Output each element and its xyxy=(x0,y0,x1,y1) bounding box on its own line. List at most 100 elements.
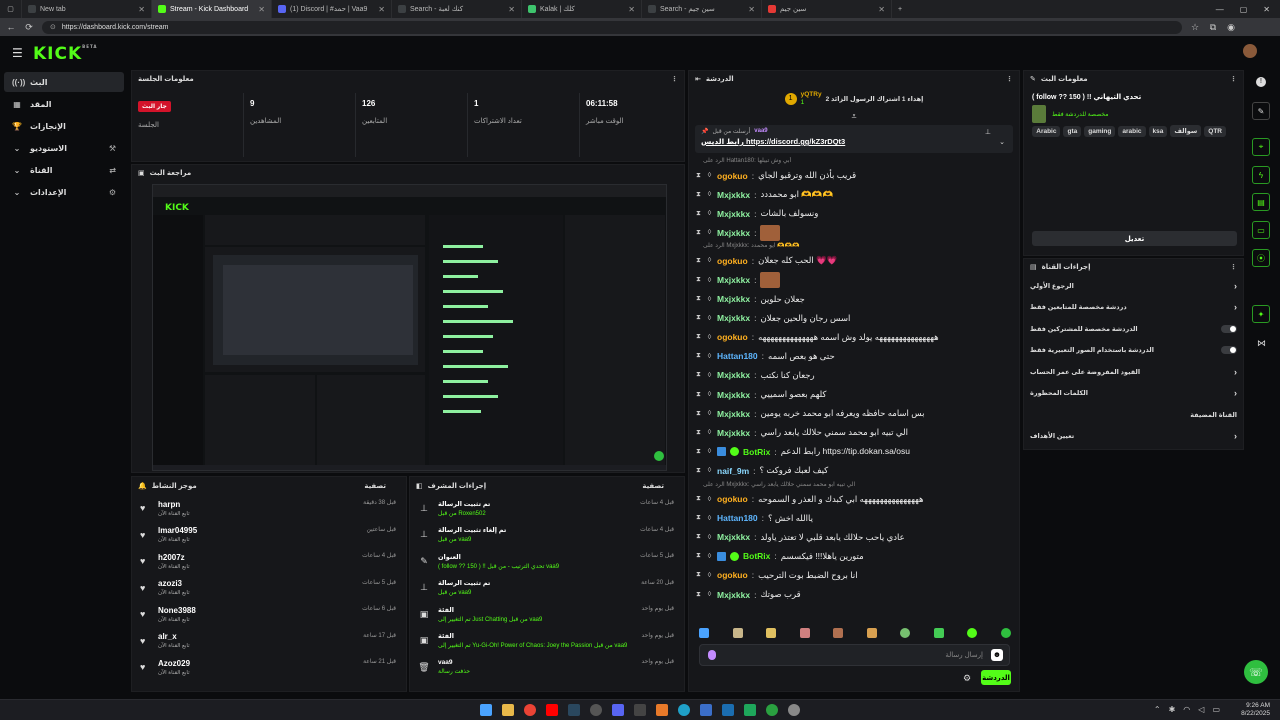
chat-message[interactable]: ⧗ ◊ BotRix: متورين ياهلا!!! فيكسسم xyxy=(689,547,1019,566)
chat-message[interactable]: ⧗ ◊ Mxjxkkx: الي تبيه ابو محمد سمني حلالك ي… xyxy=(689,423,1019,442)
sidebar-item-channel[interactable]: ⌄ القناة ⇄ xyxy=(4,160,124,180)
channel-setting-row[interactable]: القيود المفروضة على عمر الحساب › xyxy=(1024,361,1243,383)
chat-message[interactable]: ⧗◊Mxjxkkx:[emote] xyxy=(689,270,1019,289)
activity-row[interactable]: ♥ azozi3 تابع القناة الآن قبل 5 ساعات xyxy=(132,575,406,602)
sidebar-action-icon[interactable]: ⚒ xyxy=(109,144,116,153)
app-icon[interactable] xyxy=(722,704,734,716)
follower-name[interactable]: Azoz029 xyxy=(158,659,190,668)
timeout-icon[interactable]: ⧗ xyxy=(695,314,702,322)
timeout-icon[interactable]: ⧗ xyxy=(695,295,702,303)
mod-shield-icon[interactable]: ◊ xyxy=(706,257,713,264)
new-tab-button[interactable]: + xyxy=(892,0,908,18)
chat-username[interactable]: Mxjxkkx xyxy=(717,275,750,285)
mod-shield-icon[interactable]: ◊ xyxy=(706,353,713,360)
app-icon[interactable] xyxy=(766,704,778,716)
clock[interactable]: 9:26 AM 8/22/2025 xyxy=(1241,702,1270,718)
timeout-icon[interactable]: ⧗ xyxy=(695,495,702,503)
timeout-icon[interactable]: ⧗ xyxy=(695,257,702,265)
activity-row[interactable]: ♥ h2007z تابع القناة الآن قبل 4 ساعات xyxy=(132,548,406,575)
bluetooth-icon[interactable]: ✱ xyxy=(1169,705,1176,714)
emote-icon[interactable] xyxy=(699,628,709,638)
emote-icon[interactable] xyxy=(799,628,810,638)
timeout-icon[interactable]: ⧗ xyxy=(695,571,702,579)
chat-message[interactable]: ⧗ ◊ naif_9m: كيف لعبك فروكت ؟ xyxy=(689,461,1019,480)
sidebar-item-calendar[interactable]: ▦ المقد xyxy=(4,94,124,114)
edit-stream-button[interactable]: تعديل xyxy=(1032,231,1237,246)
support-chat-button[interactable]: ☏ xyxy=(1244,660,1268,684)
emote-icon[interactable] xyxy=(900,628,911,638)
start-icon[interactable] xyxy=(480,704,492,716)
emote-icon[interactable] xyxy=(766,628,777,638)
browser-tab[interactable]: Search - كنك لعبة ✕ xyxy=(392,0,522,18)
chat-username[interactable]: ogokuo xyxy=(717,256,748,266)
chat-message[interactable]: ⧗ ◊ ogokuo: قريب بأذن الله وترقبو الجاي xyxy=(689,166,1019,185)
chat-username[interactable]: ogokuo xyxy=(717,494,748,504)
app-icon[interactable] xyxy=(656,704,668,716)
follower-name[interactable]: lmar04995 xyxy=(158,526,197,535)
stream-tag[interactable]: arabic xyxy=(1118,126,1146,137)
wifi-icon[interactable]: ◠ xyxy=(1183,705,1190,714)
stream-tag[interactable]: QTR xyxy=(1204,126,1226,137)
timeout-icon[interactable]: ⧗ xyxy=(695,172,702,180)
emote-icon[interactable] xyxy=(933,628,944,638)
timeout-icon[interactable]: ⧗ xyxy=(695,552,702,560)
mod-shield-icon[interactable]: ◊ xyxy=(706,296,713,303)
unpin-icon[interactable]: ⊥ xyxy=(985,128,991,136)
follower-name[interactable]: azozi3 xyxy=(158,579,190,588)
browser-tab[interactable]: سين جيم ✕ xyxy=(762,0,892,18)
emote-icon[interactable] xyxy=(833,628,844,638)
timeout-icon[interactable]: ⧗ xyxy=(695,448,702,456)
timeout-icon[interactable]: ⧗ xyxy=(695,191,702,199)
send-chat-button[interactable]: الدردشة xyxy=(981,670,1011,685)
chevron-right-icon[interactable]: › xyxy=(1234,431,1237,441)
chat-username[interactable]: BotRix xyxy=(743,551,770,561)
chat-username[interactable]: naif_9m xyxy=(717,466,749,476)
mod-shield-icon[interactable]: ◊ xyxy=(706,496,713,503)
chat-message[interactable]: ⧗ ◊ ogokuo: هههههههههههههههه يولد وش اسمه ه… xyxy=(689,328,1019,347)
category-label[interactable]: مخصصة للدردشة فقط xyxy=(1052,111,1108,118)
broadcast-tool-icon[interactable]: ⦿ xyxy=(1252,249,1270,267)
chat-username[interactable]: Mxjxkkx xyxy=(717,294,750,304)
lightning-icon[interactable]: ϟ xyxy=(1252,166,1270,184)
timeout-icon[interactable]: ⧗ xyxy=(695,333,702,341)
chat-username[interactable]: Mxjxkkx xyxy=(717,313,750,323)
expand-chevron-icon[interactable]: ⌄ xyxy=(999,138,1005,146)
activity-row[interactable]: ♥ alr_x تابع القناة الآن قبل 17 ساعة xyxy=(132,628,406,655)
timeout-icon[interactable]: ⧗ xyxy=(695,514,702,522)
profile-icon[interactable]: ◉ xyxy=(1226,22,1236,33)
channel-setting-row[interactable]: الكلمات المحظورة › xyxy=(1024,383,1243,405)
sidebar-action-icon[interactable]: ⇄ xyxy=(109,166,116,175)
emote-icon[interactable] xyxy=(866,628,877,638)
chat-message[interactable]: ⧗ ◊ Mxjxkkx: رجعان كنا نكتب xyxy=(689,366,1019,385)
mod-shield-icon[interactable]: ◊ xyxy=(706,591,713,598)
url-field[interactable]: ⊙ https://dashboard.kick.com/stream xyxy=(42,20,1182,34)
mod-shield-icon[interactable]: ◊ xyxy=(706,429,713,436)
close-tab-icon[interactable]: ✕ xyxy=(258,5,265,14)
chat-username[interactable]: Mxjxkkx xyxy=(717,390,750,400)
channel-setting-row[interactable]: دردشة مخصصة للمتابعين فقط › xyxy=(1024,297,1243,319)
chat-settings-icon[interactable]: ⚙ xyxy=(963,673,971,684)
timeout-icon[interactable]: ⧗ xyxy=(695,591,702,599)
mod-shield-icon[interactable]: ◊ xyxy=(706,210,713,217)
chat-username[interactable]: BotRix xyxy=(743,447,770,457)
browser-tab[interactable]: Search - سين جيم ✕ xyxy=(642,0,762,18)
chat-input[interactable]: إرسال رسالة ☻ xyxy=(699,644,1010,666)
follower-name[interactable]: harpn xyxy=(158,500,190,509)
crop-tool-icon[interactable]: ⌖ xyxy=(1252,138,1270,156)
filter-button[interactable]: تصفية xyxy=(364,482,386,490)
mod-shield-icon[interactable]: ◊ xyxy=(706,277,713,284)
emoji-picker-icon[interactable]: ☻ xyxy=(991,649,1003,661)
more-options-icon[interactable]: ⋮ xyxy=(1006,75,1013,83)
more-options-icon[interactable]: ⋮ xyxy=(671,75,678,83)
mod-shield-icon[interactable]: ◊ xyxy=(706,172,713,179)
timeout-icon[interactable]: ⧗ xyxy=(695,429,702,437)
sidebar-item-settings[interactable]: ⌄ الإعدادات ⚙ xyxy=(4,182,124,202)
close-tab-icon[interactable]: ✕ xyxy=(138,5,145,14)
chat-username[interactable]: Hattan180 xyxy=(717,513,758,523)
chat-message[interactable]: ⧗ ◊ ogokuo: انا بروح الضبط بوت الترحيب xyxy=(689,566,1019,585)
mod-shield-icon[interactable]: ◊ xyxy=(706,391,713,398)
chat-username[interactable]: Mxjxkkx xyxy=(717,190,750,200)
mod-action-row[interactable]: ▣ الفئة تم التغيير إلى Just Chatting من قب… xyxy=(410,601,684,628)
close-window-icon[interactable]: ✕ xyxy=(1263,5,1270,14)
mod-action-row[interactable]: ▣ الفئة تم التغيير إلى Yu-Gi-Oh! Power of … xyxy=(410,628,684,655)
